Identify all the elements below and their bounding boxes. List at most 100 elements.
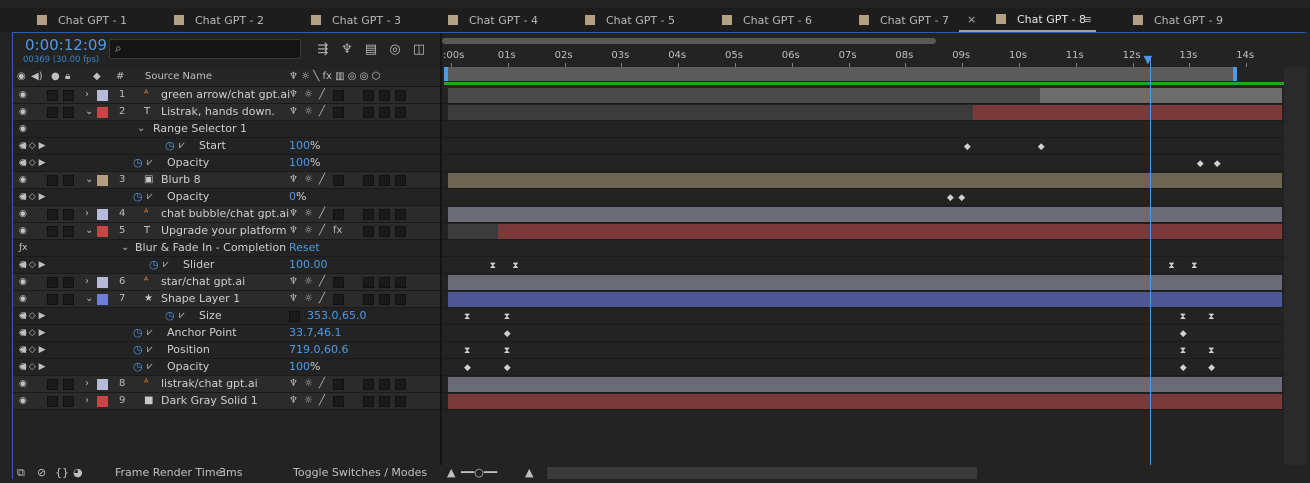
property-row[interactable]: ◉ ◀ ◇ ▶ ◷ ⩗ Opacity 100% xyxy=(13,155,440,172)
current-time-indicator[interactable] xyxy=(1149,57,1151,467)
layer-name[interactable]: Dark Gray Solid 1 xyxy=(161,393,258,409)
solo-box[interactable] xyxy=(47,226,58,237)
property-row[interactable]: ◉ ◀ ◇ ▶ ◷ ⩗ Opacity 0% xyxy=(13,189,440,206)
graph-icon[interactable]: ⩗ xyxy=(147,155,153,171)
quality-switch-icon[interactable]: ╱ xyxy=(319,104,325,120)
horizontal-scrollbar[interactable] xyxy=(547,467,977,479)
keyframe-marker[interactable]: ◆ xyxy=(947,193,954,203)
frame-blend-box[interactable] xyxy=(363,226,374,237)
lock-box[interactable] xyxy=(63,294,74,305)
property-row[interactable]: ◉ ◀ ◇ ▶ ◷ ⩗ Start 100% xyxy=(13,138,440,155)
timeline-track[interactable]: ⧗ ⧗ ⧗ ⧗ xyxy=(442,257,1284,274)
keyframe-marker[interactable]: ⧗ xyxy=(464,346,470,356)
layer-name[interactable]: Shape Layer 1 xyxy=(161,291,240,307)
graph-icon[interactable]: ⩗ xyxy=(147,189,153,205)
fx-switch-box[interactable] xyxy=(333,107,344,118)
property-value[interactable]: 353.0,65.0 xyxy=(307,308,366,324)
solo-box[interactable] xyxy=(47,294,58,305)
shy-switch-icon[interactable]: ♆ xyxy=(289,393,298,409)
property-row[interactable]: ◉ ◀ ◇ ▶ ◷ ⩗ Size 353.0,65.0 xyxy=(13,308,440,325)
fx-switch-box[interactable] xyxy=(333,209,344,220)
layer-duration-bar[interactable] xyxy=(448,173,1282,188)
keyframe-navigator[interactable]: ◀ ◇ ▶ xyxy=(19,325,46,341)
stopwatch-icon[interactable]: ◷ xyxy=(149,257,159,273)
stopwatch-icon[interactable]: ◷ xyxy=(133,342,143,358)
keyframe-marker[interactable]: ◆ xyxy=(1197,159,1204,169)
layer-duration-bar[interactable] xyxy=(1040,88,1282,103)
keyframe-marker[interactable]: ◆ xyxy=(1180,363,1187,373)
shy-switch-icon[interactable]: ♆ xyxy=(289,87,298,103)
motion-blur-box[interactable] xyxy=(379,294,390,305)
lock-box[interactable] xyxy=(63,209,74,220)
frame-blend-box[interactable] xyxy=(363,175,374,186)
twirl-arrow-icon[interactable]: › xyxy=(85,376,89,392)
timeline-track[interactable] xyxy=(442,172,1284,189)
keyframe-navigator[interactable]: ◀ ◇ ▶ xyxy=(19,342,46,358)
solo-box[interactable] xyxy=(47,379,58,390)
adjustment-box[interactable] xyxy=(395,90,406,101)
shy-switch-icon[interactable]: ♆ xyxy=(289,376,298,392)
collapse-switch-icon[interactable]: ☼ xyxy=(304,172,313,188)
keyframe-marker[interactable]: ◆ xyxy=(958,193,965,203)
adjustment-box[interactable] xyxy=(395,396,406,407)
property-value[interactable]: 100% xyxy=(289,359,320,375)
timeline-track[interactable] xyxy=(442,87,1284,104)
tab-chat-gpt-1[interactable]: Chat GPT - 1 xyxy=(0,8,137,32)
collapse-switch-icon[interactable]: ☼ xyxy=(304,393,313,409)
keyframe-marker[interactable]: ⧗ xyxy=(512,261,518,271)
twirl-arrow-icon[interactable]: ⌄ xyxy=(137,121,145,137)
motion-blur-box[interactable] xyxy=(379,277,390,288)
layer-name[interactable]: Blurb 8 xyxy=(161,172,201,188)
keyframe-navigator[interactable]: ◀ ◇ ▶ xyxy=(19,155,46,171)
search-input[interactable]: ⌕ xyxy=(109,39,301,59)
keyframe-marker[interactable]: ◆ xyxy=(1214,159,1221,169)
shy-layers-icon[interactable]: ♆ xyxy=(339,42,355,58)
keyframe-marker[interactable]: ⧗ xyxy=(1208,346,1214,356)
twirl-arrow-icon[interactable]: ⌄ xyxy=(85,223,93,239)
layer-row[interactable]: ◉ › 8 ᴬ listrak/chat gpt.ai ♆ ☼ ╱ xyxy=(13,376,440,393)
timeline-track[interactable] xyxy=(442,223,1284,240)
close-icon[interactable]: × xyxy=(967,13,976,26)
quality-switch-icon[interactable]: ╱ xyxy=(319,393,325,409)
lock-box[interactable] xyxy=(63,379,74,390)
fx-switch-box[interactable] xyxy=(333,175,344,186)
tab-chat-gpt-4[interactable]: Chat GPT - 4 xyxy=(411,8,548,32)
keyframe-navigator[interactable]: ◀ ◇ ▶ xyxy=(19,308,46,324)
layer-name[interactable]: listrak/chat gpt.ai xyxy=(161,376,258,392)
keyframe-marker[interactable]: ⧗ xyxy=(490,261,496,271)
constrain-proportions-box[interactable] xyxy=(289,311,300,322)
keyframe-navigator[interactable]: ◀ ◇ ▶ xyxy=(19,359,46,375)
timeline-scroll-strip[interactable] xyxy=(1284,67,1307,480)
column-source-name[interactable]: Source Name xyxy=(145,71,212,82)
graph-icon[interactable]: ⩗ xyxy=(179,308,185,324)
keyframe-marker[interactable]: ⧗ xyxy=(1180,312,1186,322)
adjustment-box[interactable] xyxy=(395,226,406,237)
zoom-out-icon[interactable]: ▲ xyxy=(447,466,455,479)
tab-chat-gpt-2[interactable]: Chat GPT - 2 xyxy=(137,8,274,32)
timeline-track[interactable]: ◆ ◆ ◆ ◆ xyxy=(442,359,1284,376)
keyframe-marker[interactable]: ◆ xyxy=(1180,329,1187,339)
fx-switch-box[interactable] xyxy=(333,379,344,390)
layer-row[interactable]: ◉ ⌄ 3 ▣ Blurb 8 ♆ ☼ ╱ xyxy=(13,172,440,189)
collapse-switch-icon[interactable]: ☼ xyxy=(304,274,313,290)
collapse-switch-icon[interactable]: ☼ xyxy=(304,376,313,392)
audio-switch-icon[interactable]: ◀) xyxy=(31,71,43,82)
frame-blend-box[interactable] xyxy=(363,379,374,390)
layer-switches-icon[interactable]: ⧉ xyxy=(17,466,25,480)
property-row[interactable]: ◉ ◀ ◇ ▶ ◷ ⩗ Slider 100.00 xyxy=(13,257,440,274)
video-switch-icon[interactable]: ◉ xyxy=(17,71,26,82)
keyframe-navigator[interactable]: ◀ ◇ ▶ xyxy=(19,189,46,205)
adjustment-box[interactable] xyxy=(395,277,406,288)
property-value[interactable]: 0% xyxy=(289,189,306,205)
render-time-icon[interactable]: ◕ xyxy=(73,466,83,479)
layer-row[interactable]: ◉ › 9 ■ Dark Gray Solid 1 ♆ ☼ ╱ xyxy=(13,393,440,410)
keyframe-marker[interactable]: ◆ xyxy=(464,363,471,373)
tab-chat-gpt-3[interactable]: Chat GPT - 3 xyxy=(274,8,411,32)
property-row[interactable]: ƒx ⌄ Blur & Fade In - Completion Reset xyxy=(13,240,440,257)
layer-duration-bar[interactable] xyxy=(973,105,1282,120)
frame-blend-box[interactable] xyxy=(363,294,374,305)
graph-icon[interactable]: ⩗ xyxy=(179,138,185,154)
keyframe-marker[interactable]: ⧗ xyxy=(504,346,510,356)
property-value[interactable]: 100.00 xyxy=(289,257,328,273)
timeline-track[interactable] xyxy=(442,291,1284,308)
